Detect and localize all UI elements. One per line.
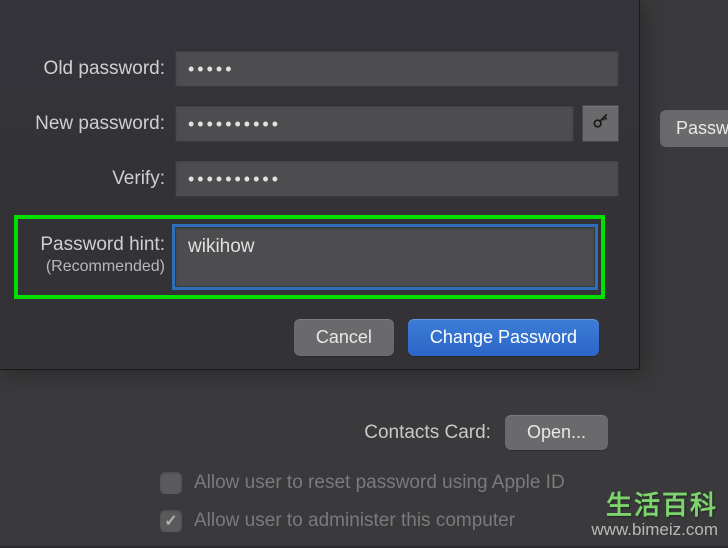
- form-area: Old password: New password:: [0, 0, 639, 356]
- cancel-button[interactable]: Cancel: [294, 319, 394, 356]
- verify-row: Verify:: [0, 160, 619, 197]
- hint-input[interactable]: [175, 227, 595, 287]
- allow-admin-checkbox[interactable]: [160, 510, 182, 532]
- change-password-dialog: Old password: New password:: [0, 0, 640, 370]
- contacts-card-label: Contacts Card:: [364, 422, 491, 444]
- verify-input[interactable]: [175, 160, 619, 197]
- allow-reset-row: Allow user to reset password using Apple…: [90, 472, 718, 494]
- open-button[interactable]: Open...: [505, 415, 608, 450]
- hint-sublabel: (Recommended): [24, 258, 165, 276]
- allow-reset-checkbox[interactable]: [160, 472, 182, 494]
- old-password-row: Old password:: [0, 50, 619, 87]
- hint-label: Password hint:: [24, 234, 165, 256]
- hint-label-col: Password hint: (Recommended): [24, 227, 175, 276]
- key-icon: [591, 111, 611, 136]
- old-password-label: Old password:: [0, 58, 175, 80]
- password-button-bg[interactable]: Password: [660, 110, 728, 147]
- new-password-input[interactable]: [175, 105, 574, 142]
- contacts-card-row: Contacts Card: Open...: [90, 415, 718, 450]
- password-hint-row: Password hint: (Recommended): [14, 215, 605, 299]
- background-lower-panel: Contacts Card: Open... Allow user to res…: [90, 415, 718, 548]
- verify-label: Verify:: [0, 168, 175, 190]
- new-password-row: New password:: [0, 105, 619, 142]
- dialog-button-row: Cancel Change Password: [0, 299, 619, 356]
- allow-reset-label: Allow user to reset password using Apple…: [194, 472, 565, 494]
- allow-admin-row: Allow user to administer this computer: [90, 510, 718, 532]
- password-assistant-button[interactable]: [582, 105, 619, 142]
- change-password-button[interactable]: Change Password: [408, 319, 599, 356]
- allow-admin-label: Allow user to administer this computer: [194, 510, 515, 532]
- old-password-input[interactable]: [175, 50, 619, 87]
- new-password-label: New password:: [0, 113, 175, 135]
- password-button-label: Password: [676, 118, 728, 139]
